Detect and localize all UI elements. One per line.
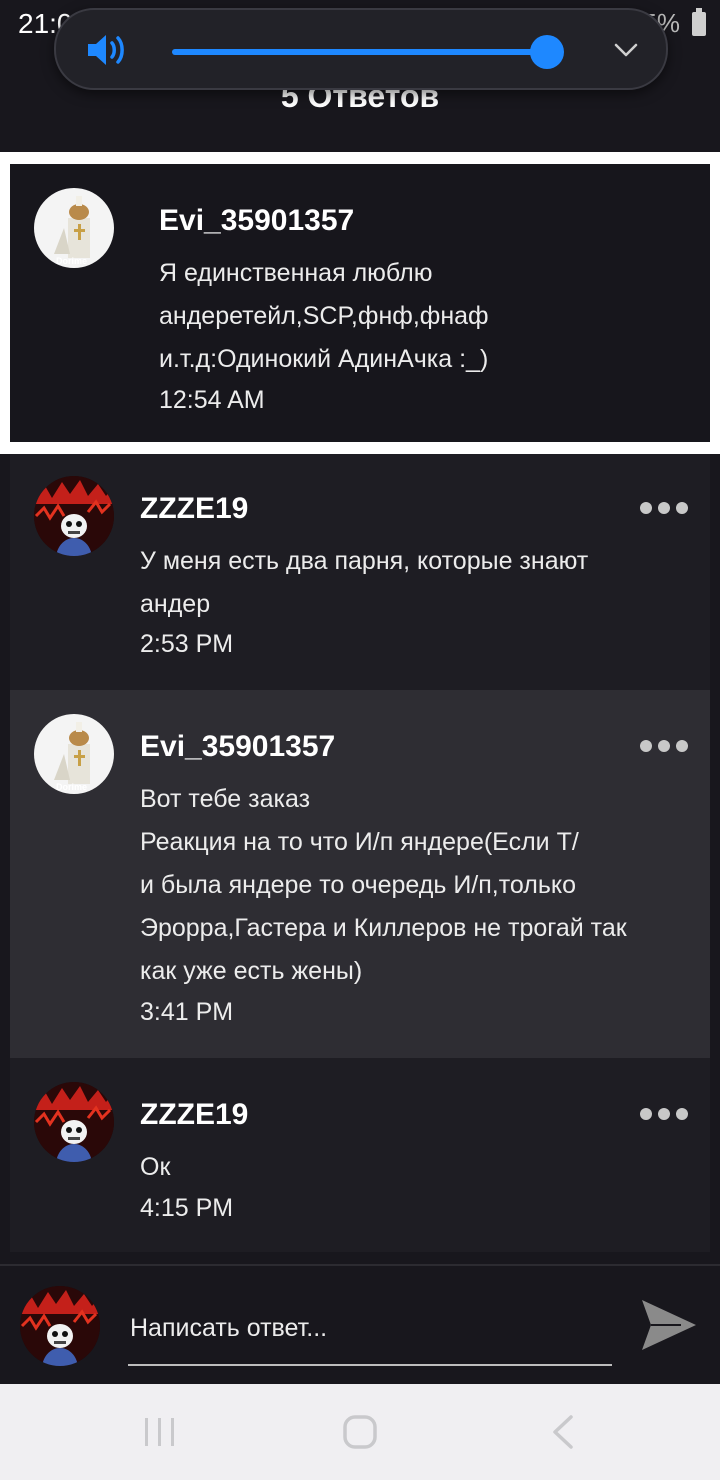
reply-time: 3:41 PM [140,998,234,1026]
original-post-frame: Dorime Evi_35901357 Я единственная люблю… [0,152,720,454]
more-options-button[interactable] [640,1106,688,1122]
volume-thumb[interactable] [530,35,564,69]
more-options-button[interactable] [640,738,688,754]
hamster-pope-avatar-icon: Dorime [54,722,90,792]
speaker-icon[interactable] [86,32,130,68]
back-icon[interactable] [544,1412,584,1452]
avatar[interactable] [20,1286,100,1366]
reply-time: 2:53 PM [140,630,234,658]
username[interactable]: ZZZE19 [140,1098,248,1132]
list-item: ZZZE19 Ок 4:15 PM [10,1058,710,1252]
more-options-button[interactable] [640,500,688,516]
reply-text: Вот тебе заказ Реакция на то что И/п янд… [140,785,627,985]
volume-fill [172,49,547,55]
post-time: 12:54 AM [159,386,265,414]
screen: 21:00 75% 5 Ответов [0,0,720,1480]
recent-apps-icon[interactable] [140,1412,180,1452]
volume-overlay [54,8,668,90]
hamster-pope-avatar-icon: Dorime [54,196,90,266]
reply-time: 4:15 PM [140,1194,234,1222]
username[interactable]: Evi_35901357 [159,204,354,238]
skeleton-red-avatar-icon [20,1286,100,1366]
list-item: Dorime Evi_35901357 Вот тебе заказ Реакц… [10,690,710,1058]
original-post: Dorime Evi_35901357 Я единственная люблю… [10,164,710,442]
reply-text: Ок [140,1153,171,1181]
skeleton-red-avatar-icon [34,476,114,556]
username[interactable]: Evi_35901357 [140,730,335,764]
battery-icon [692,7,706,36]
post-text: Я единственная люблю андеретейл,SCP,фнф,… [159,259,489,373]
avatar[interactable] [34,476,114,556]
chevron-down-icon[interactable] [612,36,640,64]
send-icon[interactable] [640,1298,698,1352]
svg-text:Dorime: Dorime [56,256,87,266]
avatar[interactable] [34,1082,114,1162]
list-item: ZZZE19 У меня есть два парня, которые зн… [10,454,710,690]
svg-text:Dorime: Dorime [56,782,87,792]
reply-text: У меня есть два парня, которые знают анд… [140,547,589,618]
username[interactable]: ZZZE19 [140,492,248,526]
avatar[interactable]: Dorime [34,188,114,268]
navigation-bar [0,1384,720,1480]
home-icon[interactable] [340,1412,380,1452]
reply-bar [0,1264,720,1386]
skeleton-red-avatar-icon [34,1082,114,1162]
reply-input[interactable] [128,1296,612,1366]
avatar[interactable]: Dorime [34,714,114,794]
volume-slider[interactable] [172,35,564,69]
